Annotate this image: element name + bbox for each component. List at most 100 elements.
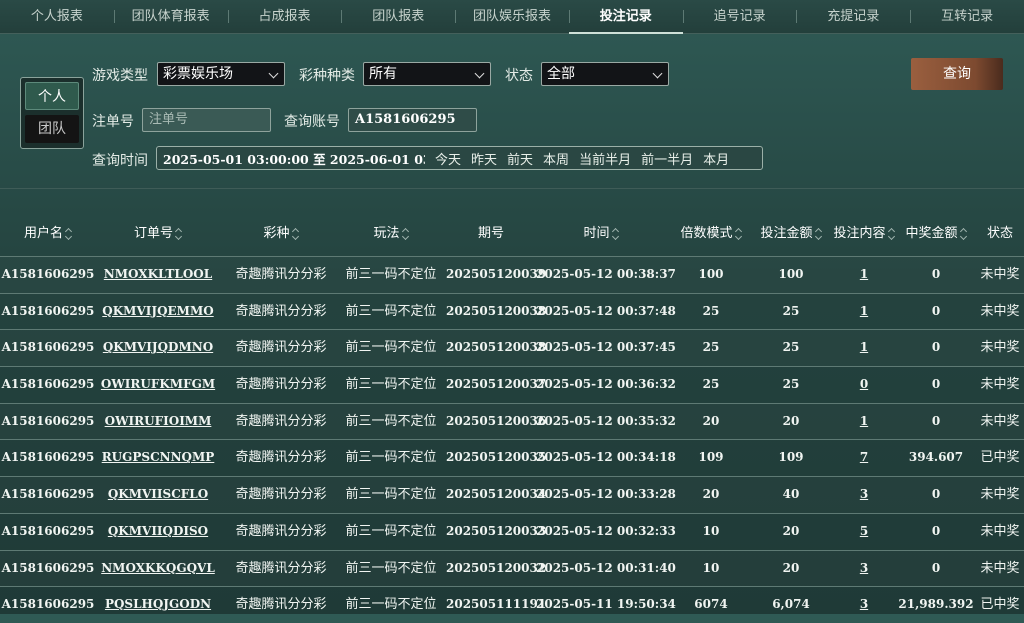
chevron-down-icon [652, 68, 663, 79]
order-number-link[interactable]: OWIRUFKMFGM [96, 367, 220, 402]
win-amount-cell: 0 [931, 303, 941, 318]
tab-team-report[interactable]: 团队报表 [341, 0, 455, 33]
account-label: 查询账号 [284, 114, 340, 130]
tab-team-sports-report[interactable]: 团队体育报表 [113, 0, 228, 33]
status-cell: 已中奖 [980, 450, 1020, 466]
header-amount[interactable]: 投注金额 [752, 216, 830, 252]
status-cell: 未中奖 [980, 377, 1020, 393]
tab-share-report[interactable]: 占成报表 [227, 0, 342, 33]
win-amount-cell: 21,989.392 [898, 597, 974, 612]
amount-cell: 109 [778, 450, 804, 465]
table-row: A1581606295 PQSLHQJGODN 奇趣腾讯分分彩 前三一码不定位 2025… [0, 586, 1024, 623]
bet-content-link[interactable]: 3 [834, 587, 894, 622]
sort-icon [613, 229, 619, 239]
time-cell: 2025-05-12 00:34:18 [536, 450, 676, 465]
status-cell: 未中奖 [980, 267, 1020, 282]
bet-content-link[interactable]: 1 [834, 257, 894, 292]
play-type-cell: 前三一码不定位 [345, 267, 437, 282]
lottery-cell: 奇趣腾讯分分彩 [235, 523, 327, 539]
win-amount-cell: 0 [931, 413, 941, 428]
filter-panel: 个人 团队 游戏类型 彩票娱乐场 彩种种类 所有 状态 全部 查询 注单号 注单… [0, 34, 1024, 189]
issue-cell: 202505120036 [446, 413, 547, 428]
time-cell: 2025-05-12 00:36:32 [536, 377, 676, 392]
header-lottery[interactable]: 彩种 [226, 216, 336, 252]
lottery-cell: 奇趣腾讯分分彩 [235, 377, 327, 393]
header-content[interactable]: 投注内容 [832, 216, 896, 252]
header-win[interactable]: 中奖金额 [896, 216, 976, 252]
scope-team-button[interactable]: 团队 [25, 115, 79, 143]
table-row: A1581606295 QKMVIIQDISO 奇趣腾讯分分彩 前三一码不定位 2025… [0, 512, 1024, 550]
play-type-cell: 前三一码不定位 [345, 340, 437, 356]
issue-cell: 202505120032 [446, 560, 547, 575]
status-select[interactable]: 全部 [541, 62, 669, 86]
header-username[interactable]: 用户名 [0, 216, 96, 252]
query-button[interactable]: 查询 [911, 58, 1003, 90]
sort-icon [961, 229, 967, 239]
status-cell: 未中奖 [980, 560, 1020, 576]
order-number-link[interactable]: QKMVIJQDMNO [96, 330, 220, 365]
tab-bet-records[interactable]: 投注记录 [568, 0, 683, 34]
play-type-cell: 前三一码不定位 [345, 303, 437, 319]
status-cell: 未中奖 [980, 413, 1020, 429]
username-cell: A1581606295 [1, 487, 95, 502]
issue-cell: 202505120038 [446, 340, 547, 355]
bet-records-table: A1581606295 NMOXKLTLOOL 奇趣腾讯分分彩 前三一码不定位 2025… [0, 256, 1024, 623]
quick-this-month[interactable]: 本月 [703, 149, 729, 168]
amount-cell: 20 [782, 560, 800, 575]
tab-personal-report[interactable]: 个人报表 [0, 0, 114, 33]
table-row: A1581606295 QKMVIJQEMMO 奇趣腾讯分分彩 前三一码不定位 2025… [0, 292, 1024, 330]
quick-day-before[interactable]: 前天 [507, 149, 533, 168]
bet-content-link[interactable]: 1 [834, 330, 894, 365]
play-type-cell: 前三一码不定位 [345, 377, 437, 393]
order-number-link[interactable]: QKMVIISCFLO [96, 477, 220, 512]
bet-content-link[interactable]: 5 [834, 514, 894, 549]
tab-transfer-records[interactable]: 互转记录 [910, 0, 1024, 33]
account-input[interactable]: A1581606295 [348, 108, 477, 132]
time-range-input[interactable]: 2025-05-01 03:00:00 至 2025-06-01 03:00:0… [163, 149, 425, 168]
header-issue: 期号 [477, 226, 504, 241]
lottery-type-value: 所有 [369, 66, 397, 82]
query-time-label: 查询时间 [92, 153, 148, 169]
username-cell: A1581606295 [1, 377, 95, 392]
chevron-down-icon [474, 68, 485, 79]
bet-content-link[interactable]: 3 [834, 477, 894, 512]
bet-content-link[interactable]: 7 [834, 440, 894, 475]
order-number-link[interactable]: NMOXKLTLOOL [96, 257, 220, 292]
game-type-select[interactable]: 彩票娱乐场 [157, 62, 285, 86]
order-number-link[interactable]: NMOXKKQGQVL [96, 551, 220, 586]
scope-personal-button[interactable]: 个人 [25, 82, 79, 110]
quick-this-week[interactable]: 本周 [543, 149, 569, 168]
lottery-type-select[interactable]: 所有 [363, 62, 491, 86]
multiple-cell: 100 [698, 267, 724, 281]
bet-content-link[interactable]: 0 [834, 367, 894, 402]
quick-yesterday[interactable]: 昨天 [471, 149, 497, 168]
bet-content-link[interactable]: 1 [834, 294, 894, 329]
order-number-link[interactable]: QKMVIIQDISO [96, 514, 220, 549]
quick-previous-half-month[interactable]: 前一半月 [641, 149, 693, 168]
tab-deposit-withdraw-records[interactable]: 充提记录 [796, 0, 910, 33]
order-number-link[interactable]: PQSLHQJGODN [96, 587, 220, 622]
header-play[interactable]: 玩法 [336, 216, 446, 252]
sort-icon [176, 229, 182, 239]
amount-cell: 6,074 [772, 597, 810, 612]
tab-chase-records[interactable]: 追号记录 [682, 0, 797, 33]
order-number-link[interactable]: QKMVIJQEMMO [96, 294, 220, 329]
win-amount-cell: 394.607 [908, 450, 964, 465]
order-number-link[interactable]: OWIRUFIOIMM [96, 404, 220, 439]
header-time[interactable]: 时间 [536, 216, 666, 252]
header-multiple[interactable]: 倍数模式 [672, 216, 750, 252]
bet-content-link[interactable]: 3 [834, 551, 894, 586]
username-cell: A1581606295 [1, 523, 95, 538]
bet-content-link[interactable]: 1 [834, 404, 894, 439]
order-number-input[interactable]: 注单号 [142, 108, 271, 132]
sort-icon [403, 229, 409, 239]
quick-current-half-month[interactable]: 当前半月 [579, 149, 631, 168]
win-amount-cell: 0 [931, 267, 941, 281]
tab-team-entertainment-report[interactable]: 团队娱乐报表 [455, 0, 569, 33]
time-cell: 2025-05-12 00:31:40 [536, 560, 676, 575]
amount-cell: 25 [782, 377, 800, 392]
quick-today[interactable]: 今天 [435, 149, 461, 168]
order-number-link[interactable]: RUGPSCNNQMP [96, 440, 220, 475]
table-row: A1581606295 NMOXKKQGQVL 奇趣腾讯分分彩 前三一码不定位 2025… [0, 549, 1024, 587]
header-order[interactable]: 订单号 [96, 216, 220, 252]
